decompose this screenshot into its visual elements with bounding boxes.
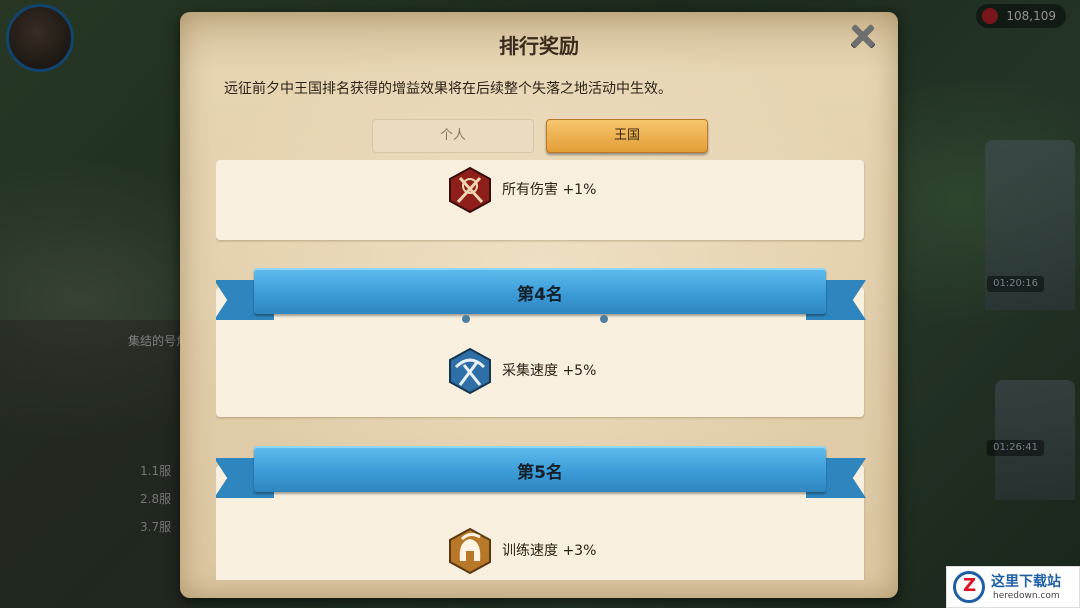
reward-bonus: 采集速度 +5% [502, 363, 597, 379]
close-icon[interactable] [844, 18, 880, 54]
dialog-description: 远征前夕中王国排名获得的增益效果将在后续整个失落之地活动中生效。 [224, 81, 672, 97]
reward-card: 所有伤害 +1% [216, 160, 864, 240]
reward-list[interactable]: 所有伤害 +1% 采集速度 +5% 训练速度 +3% 第4名 第5名 [216, 160, 866, 580]
rank-ribbon: 第5名 [216, 446, 866, 502]
watermark-title: 这里下载站 [991, 574, 1061, 590]
watermark-logo-icon [953, 571, 985, 603]
tab-kingdom[interactable]: 王国 [546, 119, 708, 153]
rank-label: 第4名 [517, 285, 563, 305]
ribbon-rivet [600, 315, 608, 323]
dialog-title: 排行奖励 [499, 34, 579, 58]
spartan-helmet-icon [449, 527, 491, 575]
reward-bonus: 训练速度 +3% [502, 543, 597, 559]
ranking-rewards-dialog: 排行奖励 远征前夕中王国排名获得的增益效果将在后续整个失落之地活动中生效。 个人… [180, 12, 898, 598]
tab-personal[interactable]: 个人 [372, 119, 534, 153]
reward-row: 所有伤害 +1% [216, 166, 864, 216]
watermark: 这里下载站 heredown.com [946, 566, 1080, 608]
ribbon-rivet [462, 315, 470, 323]
rank-ribbon: 第4名 [216, 268, 866, 324]
crossed-swords-icon [449, 166, 491, 214]
reward-row: 训练速度 +3% [216, 527, 864, 577]
pickaxe-shovel-icon [449, 347, 491, 395]
watermark-domain: heredown.com [993, 591, 1060, 601]
reward-row: 采集速度 +5% [216, 347, 864, 397]
rank-label: 第5名 [517, 463, 563, 483]
reward-bonus: 所有伤害 +1% [502, 182, 597, 198]
tab-bar: 个人 王国 [372, 119, 710, 155]
